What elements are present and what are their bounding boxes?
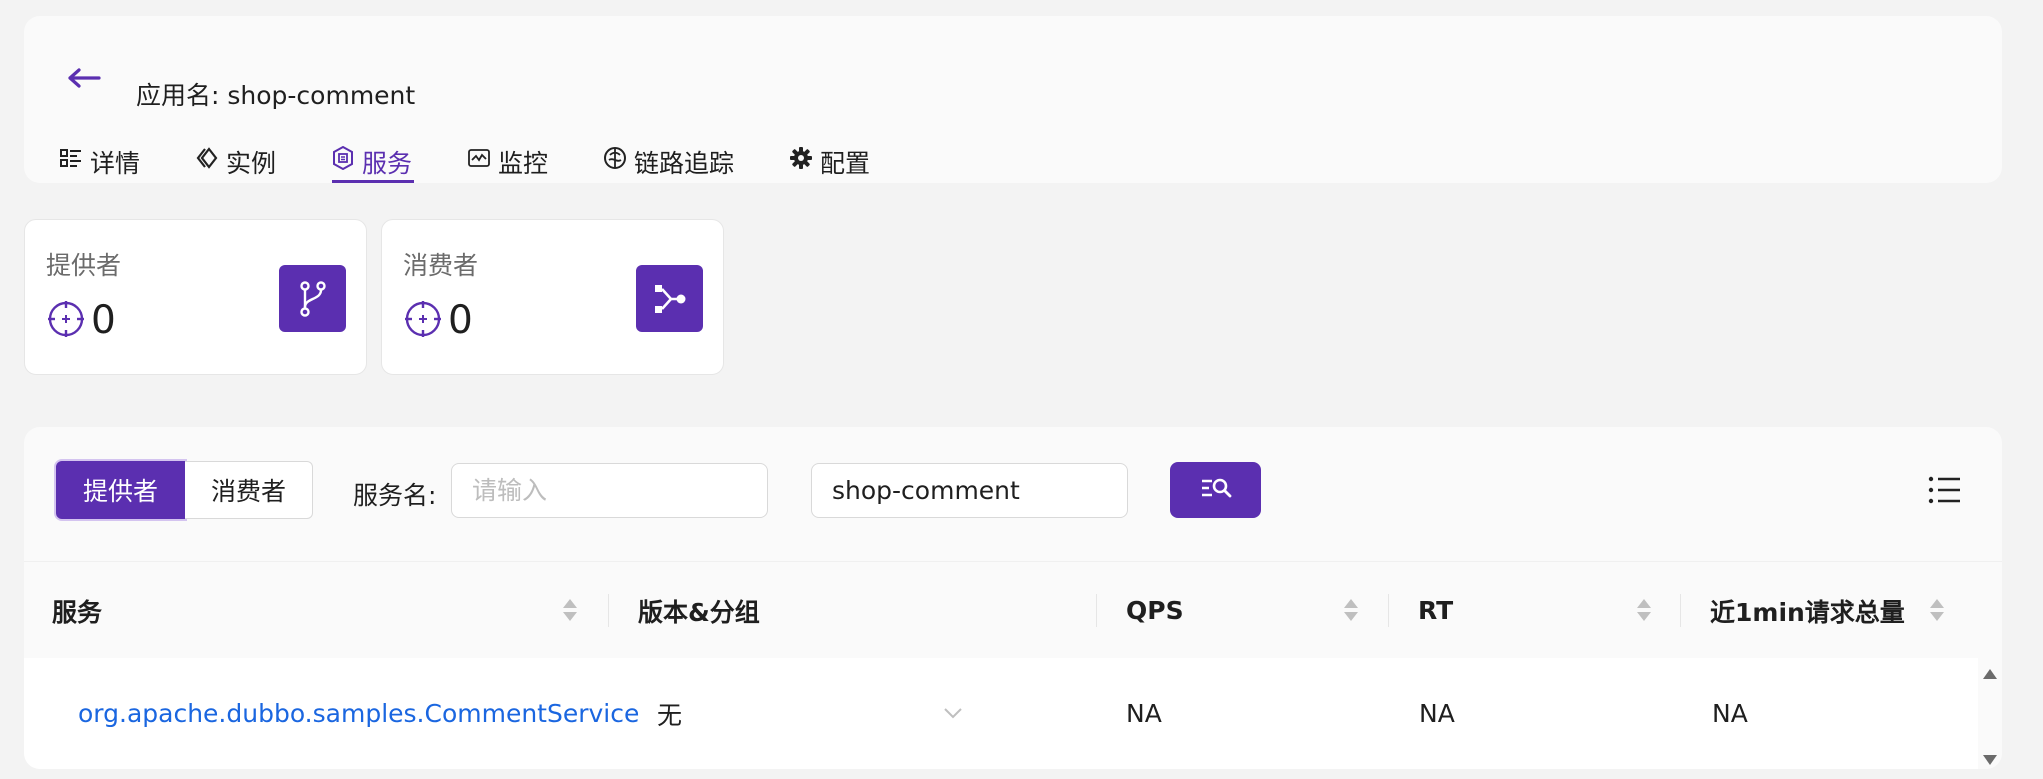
column-header-qps[interactable]: QPS (1126, 562, 1184, 659)
table-header: 服务 版本&分组 QPS RT 近1min请求总量 (24, 561, 2002, 658)
stat-value: 0 (448, 298, 473, 343)
stat-label: 消费者 (403, 251, 479, 280)
segment-provider[interactable]: 提供者 (56, 461, 186, 519)
services-panel: 提供者 消费者 服务名: 服务 (24, 427, 2002, 769)
rt-cell: NA (1419, 699, 1455, 728)
sort-icon[interactable] (1343, 597, 1359, 623)
monitor-chart-icon (466, 145, 492, 171)
tab-tracing[interactable]: 链路追踪 (602, 130, 734, 183)
search-button[interactable] (1170, 462, 1261, 518)
sort-icon[interactable] (1929, 597, 1945, 623)
column-header-version-group: 版本&分组 (638, 597, 760, 627)
tab-instances[interactable]: 实例 (194, 130, 276, 183)
tab-details[interactable]: 详情 (58, 130, 140, 183)
search-list-icon (1200, 476, 1232, 504)
column-header-rt[interactable]: RT (1418, 562, 1453, 659)
vertical-scrollbar[interactable] (1978, 658, 2002, 769)
scroll-down-arrow-icon[interactable] (1982, 752, 1998, 766)
service-name-label: 服务名: (353, 481, 437, 510)
scroll-up-arrow-icon[interactable] (1982, 666, 1998, 680)
role-segmented-control: 提供者 消费者 (56, 461, 314, 519)
provider-stat-card: 提供者 0 (24, 219, 367, 375)
column-divider (1680, 594, 1681, 627)
tab-monitor[interactable]: 监控 (466, 130, 548, 183)
tab-label: 详情 (90, 149, 141, 178)
tab-label: 链路追踪 (634, 149, 735, 178)
column-header-service[interactable]: 服务 (52, 562, 102, 659)
diamond-code-icon (194, 145, 220, 171)
service-name-input[interactable] (451, 463, 768, 518)
stat-label: 提供者 (46, 251, 122, 280)
branch-icon (279, 265, 346, 332)
trace-icon (602, 145, 628, 171)
service-link[interactable]: org.apache.dubbo.samples.CommentService (78, 658, 639, 769)
back-arrow-icon[interactable] (60, 56, 108, 100)
segment-consumer[interactable]: 消费者 (185, 461, 314, 519)
list-detail-icon (58, 145, 84, 171)
tab-label: 实例 (226, 149, 277, 178)
column-header-total-1min[interactable]: 近1min请求总量 (1710, 562, 1905, 659)
tab-bar: 详情 实例 服务 监控 链路追踪 配置 (24, 130, 2002, 183)
tab-label: 服务 (362, 149, 413, 178)
table-row: org.apache.dubbo.samples.CommentService … (24, 658, 1978, 769)
gear-icon (788, 145, 814, 171)
column-settings-icon[interactable] (1928, 475, 1962, 505)
consumer-stat-card: 消费者 0 (381, 219, 724, 375)
app-name-input[interactable] (811, 463, 1128, 518)
app-header: 应用名: shop-comment 详情 实例 服务 监控 链路追踪 配置 (24, 16, 2002, 183)
column-divider (1388, 594, 1389, 627)
chevron-down-icon[interactable] (942, 702, 964, 724)
tab-label: 配置 (820, 149, 871, 178)
tab-config[interactable]: 配置 (788, 130, 870, 183)
page-title: 应用名: shop-comment (136, 81, 416, 110)
tab-label: 监控 (498, 149, 549, 178)
active-tab-indicator (332, 180, 415, 183)
merge-icon (636, 265, 703, 332)
hexagon-service-icon (330, 145, 356, 171)
column-divider (1096, 594, 1097, 627)
qps-cell: NA (1126, 699, 1162, 728)
version-group-select[interactable]: 无 (657, 658, 682, 769)
sort-icon[interactable] (1636, 597, 1652, 623)
crosshair-icon (47, 300, 85, 342)
sort-icon[interactable] (562, 597, 578, 623)
column-divider (608, 594, 609, 627)
stat-value: 0 (91, 298, 116, 343)
crosshair-icon (404, 300, 442, 342)
total-cell: NA (1712, 699, 1748, 728)
tab-services[interactable]: 服务 (330, 130, 415, 183)
